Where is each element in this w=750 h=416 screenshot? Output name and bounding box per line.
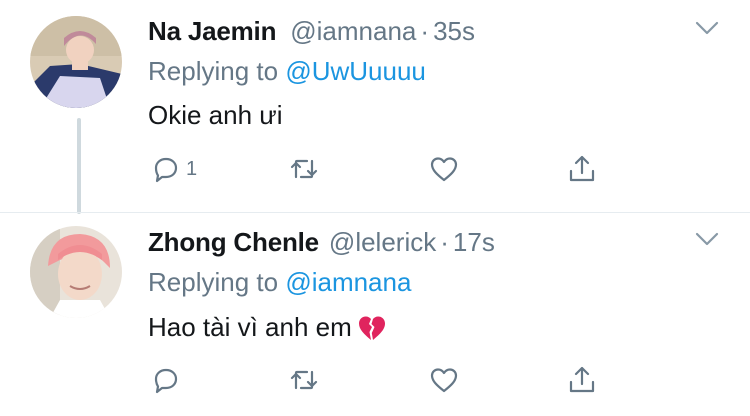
- user-handle[interactable]: @iamnana: [290, 16, 416, 47]
- retweet-button[interactable]: [288, 363, 320, 397]
- share-icon: [569, 155, 595, 182]
- display-name[interactable]: Na Jaemin: [148, 16, 276, 47]
- separator-dot: ·: [420, 16, 430, 46]
- tweet-text-content: Hao tài vì anh em: [148, 311, 352, 342]
- share-button[interactable]: [566, 152, 598, 186]
- avatar[interactable]: [30, 16, 122, 108]
- like-button[interactable]: [428, 363, 460, 397]
- tweet[interactable]: Na Jaemin @iamnana · 35s Replying to @Uw…: [0, 0, 750, 212]
- avatar[interactable]: [30, 226, 122, 318]
- share-button[interactable]: [566, 363, 598, 397]
- like-button[interactable]: [428, 152, 460, 186]
- timestamp[interactable]: 17s: [453, 227, 495, 258]
- chevron-down-icon[interactable]: [694, 229, 720, 249]
- retweet-icon: [290, 370, 318, 390]
- replying-prefix: Replying to: [148, 56, 286, 86]
- tweet-text-content: Okie anh ưi: [148, 100, 283, 130]
- replying-prefix: Replying to: [148, 267, 286, 297]
- tweet-header: Na Jaemin @iamnana · 35s: [148, 16, 475, 46]
- tweet-text: Hao tài vì anh em: [148, 311, 388, 343]
- replying-to-line: Replying to @iamnana: [148, 267, 411, 298]
- mention-link[interactable]: @iamnana: [285, 267, 411, 297]
- tweet[interactable]: Zhong Chenle @lelerick · 17s Replying to…: [0, 213, 750, 416]
- action-bar: 1: [150, 152, 610, 186]
- separator-dot: ·: [440, 227, 449, 257]
- reply-count: 1: [186, 157, 198, 180]
- broken-heart-icon: [356, 311, 388, 343]
- reply-button[interactable]: [150, 363, 186, 397]
- retweet-button[interactable]: [288, 152, 320, 186]
- reply-icon: [154, 157, 178, 183]
- tweet-text: Okie anh ưi: [148, 100, 282, 131]
- tweet-header: Zhong Chenle @lelerick · 17s: [148, 227, 495, 257]
- timestamp[interactable]: 35s: [433, 16, 475, 47]
- retweet-icon: [290, 159, 318, 179]
- reply-button[interactable]: 1: [150, 152, 197, 186]
- chevron-down-icon[interactable]: [694, 18, 720, 38]
- reply-icon: [154, 368, 178, 394]
- like-icon: [430, 368, 458, 393]
- mention-link[interactable]: @UwUuuuu: [285, 56, 426, 86]
- share-icon: [569, 366, 595, 393]
- like-icon: [430, 157, 458, 182]
- user-handle[interactable]: @lelerick: [329, 227, 436, 258]
- replying-to-line: Replying to @UwUuuuu: [148, 56, 426, 87]
- action-bar: [150, 363, 610, 397]
- display-name[interactable]: Zhong Chenle: [148, 227, 319, 258]
